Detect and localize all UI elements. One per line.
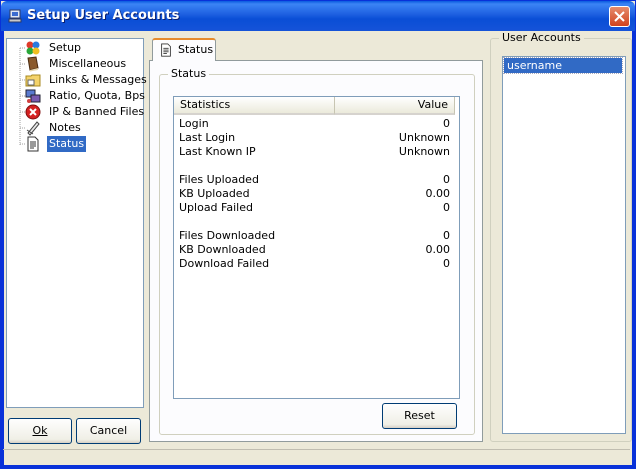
- stat-key: KB Downloaded: [179, 243, 266, 256]
- stat-value: 0: [443, 257, 450, 270]
- stat-key: Files Uploaded: [179, 173, 259, 186]
- tab-label: Status: [178, 43, 214, 56]
- stat-key: Last Known IP: [179, 145, 256, 158]
- user-accounts-label: User Accounts: [499, 31, 584, 44]
- window-border-left: [1, 31, 4, 467]
- stat-value: 0: [443, 201, 450, 214]
- column-header-statistics[interactable]: Statistics: [174, 97, 335, 115]
- network-icon: [25, 89, 41, 103]
- status-bar: [3, 449, 630, 467]
- document-icon: [27, 136, 39, 152]
- statistics-list[interactable]: Statistics Value Login 0 Last Login Unknow…: [173, 96, 460, 399]
- book-icon: [27, 56, 39, 72]
- folder-icon: [25, 74, 41, 87]
- window-title: Setup User Accounts: [27, 8, 180, 23]
- user-account-item[interactable]: username: [503, 57, 623, 74]
- stat-value: 0: [443, 229, 450, 242]
- tree-item-label: Miscellaneous: [49, 57, 127, 70]
- stat-key: Download Failed: [179, 257, 270, 270]
- cancel-button[interactable]: Cancel: [76, 418, 141, 444]
- banned-icon: [25, 104, 41, 120]
- status-group-label: Status: [168, 67, 210, 80]
- close-icon: [614, 11, 625, 22]
- stat-row: Last Known IP Unknown: [179, 145, 450, 159]
- close-button[interactable]: [609, 6, 630, 27]
- document-icon: [161, 43, 171, 57]
- stat-row: Files Uploaded 0: [179, 173, 450, 187]
- stat-key: Upload Failed: [179, 201, 253, 214]
- tab-status[interactable]: Status: [152, 38, 216, 61]
- stat-value: Unknown: [398, 131, 450, 144]
- stat-row: Files Downloaded 0: [179, 229, 450, 243]
- title-bar[interactable]: Setup User Accounts: [1, 1, 635, 31]
- ok-button-label: Ok: [32, 424, 48, 437]
- settings-tree[interactable]: Setup Miscellaneous Links & Messages Rat…: [6, 38, 147, 408]
- reset-button[interactable]: Reset: [382, 403, 457, 429]
- user-accounts-list[interactable]: username: [502, 56, 626, 434]
- tree-item-label: IP & Banned Files: [49, 105, 145, 118]
- setup-icon: [26, 41, 40, 55]
- stat-key: KB Uploaded: [179, 187, 250, 200]
- stat-value: Unknown: [398, 145, 450, 158]
- stat-value: 0: [443, 117, 450, 130]
- stat-key: Login: [179, 117, 209, 130]
- stat-key: Last Login: [179, 131, 236, 144]
- reset-button-label: Reset: [404, 409, 435, 422]
- stat-row: KB Downloaded 0.00: [179, 243, 450, 257]
- tree-item-label: Links & Messages: [49, 73, 147, 86]
- column-header-value[interactable]: Value: [335, 97, 455, 115]
- tree-item-label: Setup: [49, 41, 82, 54]
- notes-icon: [26, 121, 40, 136]
- stat-row: KB Uploaded 0.00: [179, 187, 450, 201]
- stat-row: Login 0: [179, 117, 450, 131]
- ok-button[interactable]: Ok: [8, 418, 72, 444]
- stat-row: Upload Failed 0: [179, 201, 450, 215]
- column-header-label: Value: [417, 98, 448, 111]
- stat-value: 0.00: [425, 243, 451, 256]
- cancel-button-label: Cancel: [89, 424, 128, 437]
- tree-item-label: Notes: [49, 121, 81, 134]
- tree-item-label: Ratio, Quota, Bps: [49, 89, 145, 102]
- stat-row: Last Login Unknown: [179, 131, 450, 145]
- app-icon: [8, 9, 22, 23]
- stat-value: 0: [443, 173, 450, 186]
- stat-key: Files Downloaded: [179, 229, 276, 242]
- tree-item-label: Status: [47, 136, 87, 152]
- column-header-label: Statistics: [180, 98, 231, 111]
- window-border-right: [632, 31, 635, 467]
- stat-row: Download Failed 0: [179, 257, 450, 271]
- stat-value: 0.00: [425, 187, 451, 200]
